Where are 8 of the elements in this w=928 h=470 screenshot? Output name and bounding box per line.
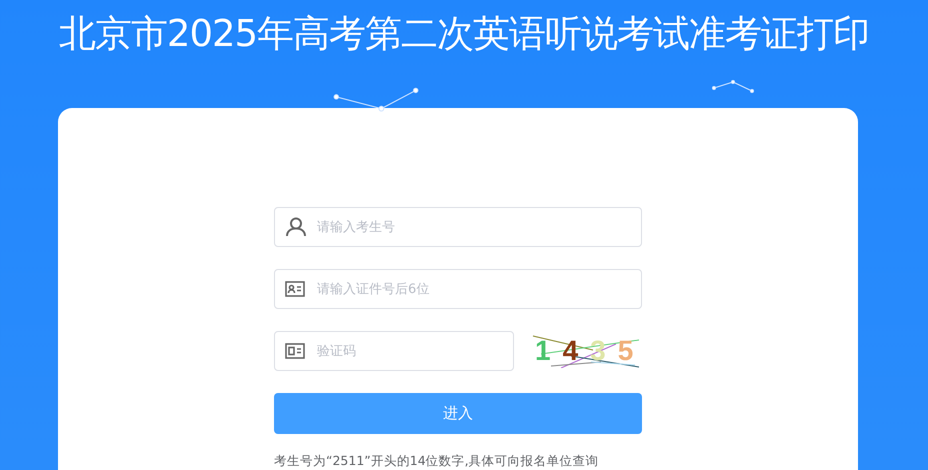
constellation-drawing — [712, 80, 756, 94]
page-title: 北京市2025年高考第二次英语听说考试准考证打印 — [58, 11, 870, 57]
submit-button[interactable]: 进入 — [274, 393, 642, 434]
hint-text: 考生号为“2511”开头的14位数字,具体可向报名单位查询 — [274, 453, 600, 470]
captcha-digit: 5 — [618, 335, 634, 367]
input-field[interactable]: 请输入证件号后6位 — [274, 269, 642, 309]
input-field[interactable]: 请输入考生号 — [274, 207, 642, 247]
captcha-field[interactable]: 验证码 — [274, 331, 514, 371]
